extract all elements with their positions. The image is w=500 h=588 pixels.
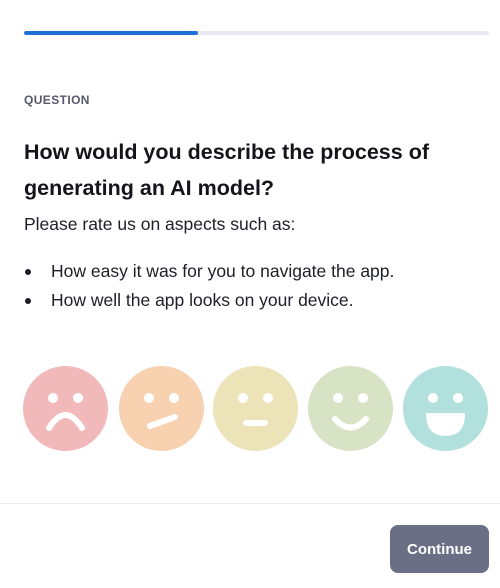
continue-button[interactable]: Continue	[390, 525, 489, 573]
question-intro: Please rate us on aspects such as:	[24, 214, 296, 234]
skeptical-face-icon	[119, 366, 204, 451]
question-eyebrow: QUESTION	[24, 93, 90, 107]
aspect-item-appearance: How well the app looks on your device.	[24, 286, 394, 315]
question-title: How would you describe the process of ge…	[24, 140, 429, 200]
rating-option-4[interactable]	[308, 366, 393, 451]
aspect-list: How easy it was for you to navigate the …	[24, 257, 394, 315]
progress-bar	[24, 31, 489, 35]
sad-face-icon	[23, 366, 108, 451]
rating-option-2[interactable]	[119, 366, 204, 451]
rating-option-5[interactable]	[403, 366, 488, 451]
rating-scale	[23, 366, 493, 452]
smile-face-icon	[308, 366, 393, 451]
aspect-item-navigation: How easy it was for you to navigate the …	[24, 257, 394, 286]
rating-option-3[interactable]	[213, 366, 298, 451]
happy-face-icon	[403, 366, 488, 451]
progress-bar-fill	[24, 31, 199, 35]
footer-divider	[0, 503, 500, 504]
neutral-face-icon	[213, 366, 298, 451]
rating-option-1[interactable]	[23, 366, 108, 451]
